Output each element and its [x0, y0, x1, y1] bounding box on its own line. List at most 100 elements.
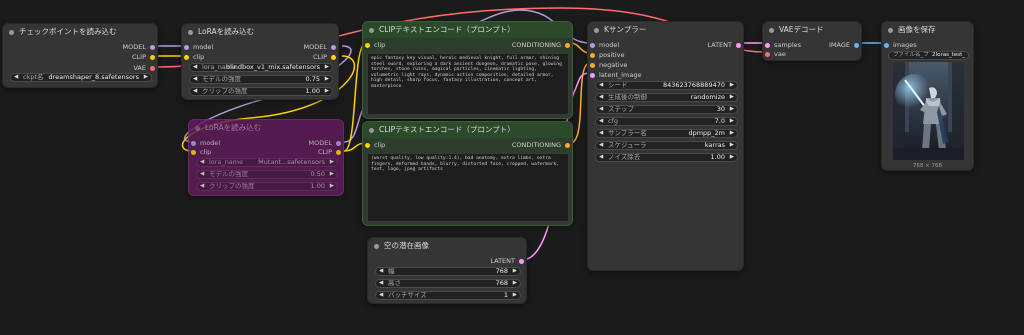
output-model[interactable]: MODEL [123, 43, 155, 51]
filename-prefix-text[interactable]: ファイル名_プレフィ... 2loras_test_ [888, 51, 969, 60]
arrow-right-icon[interactable]: ▶ [730, 118, 734, 125]
height-number[interactable]: ◀ 高さ 768 ▶ [375, 279, 521, 288]
model-socket-icon[interactable] [331, 44, 336, 50]
latent-socket-icon[interactable] [736, 42, 741, 48]
lora-loader-node-2-bypassed[interactable]: LoRAを読み込む model clip MODEL CLIP ◀ lora_na… [188, 119, 344, 196]
arrow-left-icon[interactable]: ◀ [599, 106, 603, 113]
arrow-left-icon[interactable]: ◀ [599, 142, 603, 149]
input-model[interactable]: model [590, 41, 619, 49]
arrow-left-icon[interactable]: ◀ [599, 154, 603, 161]
arrow-right-icon[interactable]: ▶ [325, 76, 329, 83]
conditioning-socket-icon[interactable] [565, 42, 570, 48]
collapse-dot-icon[interactable] [374, 243, 379, 249]
arrow-right-icon[interactable]: ▶ [513, 292, 517, 299]
sampler-name-combo[interactable]: ◀ サンプラー名 dpmpp_2m ▶ [595, 129, 738, 138]
output-image-preview[interactable] [893, 62, 964, 160]
vae-socket-icon[interactable] [150, 65, 155, 71]
arrow-left-icon[interactable]: ◀ [599, 94, 603, 101]
arrow-right-icon[interactable]: ▶ [330, 183, 334, 190]
clip-socket-icon[interactable] [365, 142, 370, 148]
node-header[interactable]: CLIPテキストエンコード（プロンプト） [363, 22, 572, 38]
input-clip[interactable]: clip [365, 41, 385, 49]
input-images[interactable]: images [884, 41, 917, 49]
arrow-right-icon[interactable]: ▶ [330, 159, 334, 166]
node-header[interactable]: CLIPテキストエンコード（プロンプト） [363, 122, 572, 138]
vae-socket-icon[interactable] [765, 51, 770, 57]
clip-socket-icon[interactable] [184, 54, 189, 60]
input-model[interactable]: model [191, 139, 220, 147]
model-socket-icon[interactable] [184, 44, 189, 50]
input-latent-image[interactable]: latent_image [590, 71, 642, 79]
batch-size-number[interactable]: ◀ バッチサイズ 1 ▶ [375, 291, 521, 300]
output-image[interactable]: IMAGE [829, 41, 859, 49]
arrow-left-icon[interactable]: ◀ [200, 159, 204, 166]
negative-prompt-textarea[interactable]: (worst quality, low quality:1.4), bad an… [367, 153, 569, 222]
arrow-left-icon[interactable]: ◀ [599, 130, 603, 137]
node-header[interactable]: LoRAを読み込む [182, 24, 338, 40]
arrow-right-icon[interactable]: ▶ [513, 268, 517, 275]
input-samples[interactable]: samples [765, 41, 801, 49]
lora-loader-node-1[interactable]: LoRAを読み込む model clip MODEL CLIP ◀ lora_na… [181, 23, 339, 100]
collapse-dot-icon[interactable] [369, 127, 374, 133]
input-clip[interactable]: clip [191, 148, 211, 156]
model-socket-icon[interactable] [191, 140, 196, 146]
control-after-generate-combo[interactable]: ◀ 生成後の制御 randomize ▶ [595, 93, 738, 102]
latent-socket-icon[interactable] [590, 72, 595, 78]
scheduler-combo[interactable]: ◀ スケジューラ karras ▶ [595, 141, 738, 150]
output-clip[interactable]: CLIP [132, 53, 155, 61]
clip-strength-number[interactable]: ◀ クリップの強度 1.00 ▶ [196, 182, 338, 191]
conditioning-socket-icon[interactable] [590, 62, 595, 68]
arrow-right-icon[interactable]: ▶ [730, 130, 734, 137]
model-socket-icon[interactable] [150, 44, 155, 50]
collapse-dot-icon[interactable] [188, 29, 193, 35]
node-header[interactable]: 空の潜在画像 [368, 238, 526, 254]
output-latent[interactable]: LATENT [707, 41, 741, 49]
input-negative[interactable]: negative [590, 61, 627, 69]
input-clip[interactable]: clip [365, 141, 385, 149]
model-socket-icon[interactable] [336, 140, 341, 146]
lora-name-combo[interactable]: ◀ lora_name blindbox_v1_mix.safetensors ▶ [189, 63, 333, 72]
output-clip[interactable]: CLIP [313, 53, 336, 61]
arrow-left-icon[interactable]: ◀ [193, 64, 197, 71]
save-image-node[interactable]: 画像を保存 images ファイル名_プレフィ... 2loras_test_ [881, 21, 974, 171]
clip-socket-icon[interactable] [191, 149, 196, 155]
arrow-right-icon[interactable]: ▶ [325, 64, 329, 71]
output-latent[interactable]: LATENT [490, 257, 524, 265]
conditioning-socket-icon[interactable] [590, 52, 595, 58]
arrow-right-icon[interactable]: ▶ [330, 171, 334, 178]
clip-strength-number[interactable]: ◀ クリップの強度 1.00 ▶ [189, 87, 333, 96]
collapse-dot-icon[interactable] [888, 27, 893, 33]
checkpoint-loader-node[interactable]: チェックポイントを読み込む MODEL CLIP VAE ◀ ckpt名 dre… [2, 23, 158, 88]
collapse-dot-icon[interactable] [769, 27, 774, 33]
cfg-number[interactable]: ◀ cfg 7.0 ▶ [595, 117, 738, 126]
input-positive[interactable]: positive [590, 51, 625, 59]
ksampler-node[interactable]: Kサンプラー model positive negative latent_im… [587, 21, 744, 271]
image-socket-icon[interactable] [854, 42, 859, 48]
arrow-right-icon[interactable]: ▶ [325, 88, 329, 95]
output-conditioning[interactable]: CONDITIONING [512, 41, 570, 49]
clip-socket-icon[interactable] [331, 54, 336, 60]
clip-socket-icon[interactable] [365, 42, 370, 48]
steps-number[interactable]: ◀ ステップ 30 ▶ [595, 105, 738, 114]
arrow-left-icon[interactable]: ◀ [193, 88, 197, 95]
arrow-right-icon[interactable]: ▶ [730, 82, 734, 89]
node-header[interactable]: VAEデコード [763, 22, 861, 38]
arrow-left-icon[interactable]: ◀ [379, 280, 383, 287]
arrow-left-icon[interactable]: ◀ [379, 292, 383, 299]
denoise-number[interactable]: ◀ ノイズ除去 1.00 ▶ [595, 153, 738, 162]
clip-socket-icon[interactable] [336, 149, 341, 155]
seed-number[interactable]: ◀ シード 843623768889470 ▶ [595, 81, 738, 90]
model-strength-number[interactable]: ◀ モデルの強度 0.75 ▶ [189, 75, 333, 84]
input-vae[interactable]: vae [765, 50, 786, 58]
latent-socket-icon[interactable] [765, 42, 770, 48]
arrow-right-icon[interactable]: ▶ [730, 94, 734, 101]
image-socket-icon[interactable] [884, 42, 889, 48]
width-number[interactable]: ◀ 幅 768 ▶ [375, 267, 521, 276]
input-model[interactable]: model [184, 43, 213, 51]
node-header[interactable]: Kサンプラー [588, 22, 743, 38]
clip-socket-icon[interactable] [150, 54, 155, 60]
arrow-right-icon[interactable]: ▶ [730, 106, 734, 113]
output-clip[interactable]: CLIP [318, 148, 341, 156]
output-vae[interactable]: VAE [133, 64, 155, 72]
conditioning-socket-icon[interactable] [565, 142, 570, 148]
